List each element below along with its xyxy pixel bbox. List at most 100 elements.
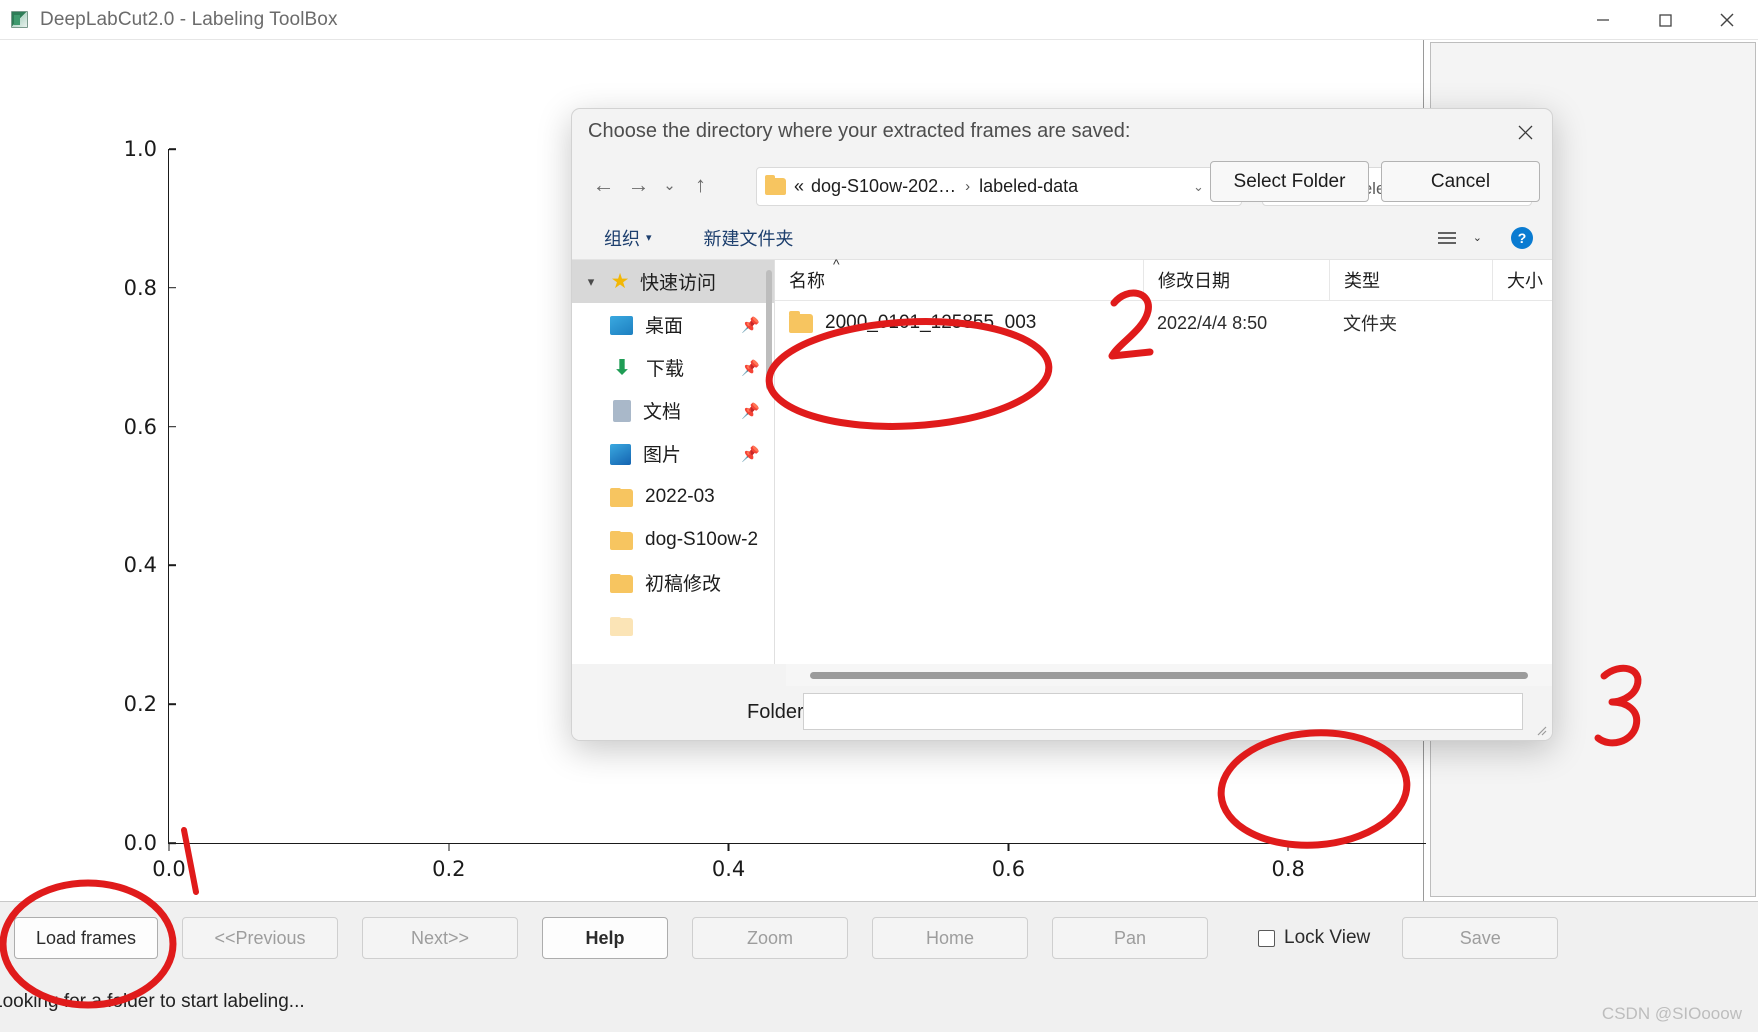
download-icon: ⬇	[613, 356, 631, 379]
lock-view-checkbox[interactable]: Lock View	[1258, 927, 1370, 949]
table-row[interactable]: 2000_0101_125855_003 2022/4/4 8:50 文件夹	[775, 301, 1552, 345]
sidebar-item-label: 初稿修改	[645, 574, 722, 595]
next-button[interactable]: Next>>	[362, 917, 518, 959]
chevron-down-icon: ⌄	[1472, 232, 1482, 244]
chevron-down-icon: ▾	[646, 232, 652, 244]
sidebar-item-dog-project[interactable]: dog-S10ow-2	[572, 518, 774, 561]
recent-locations-icon[interactable]: ⌄	[656, 168, 683, 203]
up-icon[interactable]: ↑	[683, 168, 718, 203]
folder-icon	[610, 573, 633, 593]
column-label: 大小	[1507, 271, 1543, 291]
dialog-buttons: Select Folder Cancel	[1210, 161, 1540, 202]
x-tick-label: 0.8	[1271, 843, 1304, 881]
previous-button[interactable]: <<Previous	[182, 917, 338, 959]
status-text: Looking for a folder to start labeling..…	[0, 991, 305, 1012]
forward-icon[interactable]: →	[621, 168, 656, 203]
toolbar-button-row: Load frames <<Previous Next>> Help Zoom …	[0, 914, 1758, 962]
folder-icon	[765, 175, 786, 195]
star-icon: ★	[610, 269, 630, 293]
folder-label: Folder:	[747, 701, 810, 723]
sidebar-item-label: 2022-03	[645, 485, 715, 507]
column-header-size[interactable]: 大小	[1492, 260, 1552, 300]
column-label: 名称	[789, 271, 825, 291]
file-list: ^ 名称 修改日期 类型 大小 2000_0101_125855_003 202…	[775, 256, 1552, 664]
minimize-button[interactable]	[1572, 0, 1634, 40]
new-folder-button[interactable]: 新建文件夹	[690, 225, 808, 251]
sidebar-item-2022-03[interactable]: 2022-03	[572, 475, 774, 518]
window-controls	[1572, 0, 1758, 40]
sidebar-item-label: 文档	[643, 402, 682, 423]
pan-button[interactable]: Pan	[1052, 917, 1208, 959]
maximize-button[interactable]	[1634, 0, 1696, 40]
documents-icon	[613, 399, 631, 422]
dialog-title: Choose the directory where your extracte…	[588, 120, 1131, 142]
dialog-body: ▾ ★ 快速访问 桌面 📌 ⬇ 下载 📌 文档 📌 图片 📌 2022-03 d…	[572, 256, 1552, 664]
cancel-button[interactable]: Cancel	[1381, 161, 1540, 202]
window-title: DeepLabCut2.0 - Labeling ToolBox	[40, 8, 338, 30]
sidebar-item-downloads[interactable]: ⬇ 下载 📌	[572, 346, 774, 389]
view-list-icon[interactable]: ⌄	[1422, 230, 1496, 246]
help-icon[interactable]: ?	[1496, 226, 1552, 250]
sidebar-item-desktop[interactable]: 桌面 📌	[572, 303, 774, 346]
zoom-button[interactable]: Zoom	[692, 917, 848, 959]
breadcrumb-item-1[interactable]: labeled-data	[979, 176, 1078, 197]
address-bar[interactable]: « dog-S10ow-202… › labeled-data ⌄ ↻	[756, 167, 1242, 206]
bottom-toolbar: Load frames <<Previous Next>> Help Zoom …	[0, 901, 1758, 1032]
home-button[interactable]: Home	[872, 917, 1028, 959]
dialog-command-bar: 组织 ▾ 新建文件夹 ⌄ ?	[572, 216, 1552, 260]
column-header-type[interactable]: 类型	[1329, 260, 1492, 300]
folder-icon	[610, 530, 633, 550]
y-tick-label: 0.8	[124, 276, 169, 300]
desktop-icon	[610, 316, 633, 335]
chevron-down-icon[interactable]: ▾	[582, 274, 600, 290]
folder-input[interactable]	[803, 693, 1523, 730]
pictures-icon	[610, 443, 631, 465]
hscroll-thumb[interactable]	[810, 671, 1528, 679]
sidebar-item-draft-edits[interactable]: 初稿修改	[572, 561, 774, 604]
dialog-footer: Folder:	[572, 686, 1552, 740]
y-tick-label: 0.4	[124, 553, 169, 577]
address-prefix: «	[794, 176, 805, 196]
sidebar-item-label: 下载	[646, 359, 685, 380]
status-bar: Looking for a folder to start labeling..…	[0, 982, 1758, 1022]
close-icon[interactable]	[1504, 116, 1546, 148]
column-header-name[interactable]: ^ 名称	[775, 256, 1143, 300]
sidebar-item-pictures[interactable]: 图片 📌	[572, 432, 774, 475]
sidebar-scrollbar[interactable]	[766, 270, 772, 390]
file-list-hscrollbar[interactable]	[786, 664, 1552, 686]
svg-text:?: ?	[1518, 230, 1527, 246]
dialog-sidebar[interactable]: ▾ ★ 快速访问 桌面 📌 ⬇ 下载 📌 文档 📌 图片 📌 2022-03 d…	[572, 260, 775, 664]
select-folder-button[interactable]: Select Folder	[1210, 161, 1369, 202]
sidebar-item-quick-access[interactable]: ▾ ★ 快速访问	[572, 260, 774, 303]
file-name-cell[interactable]: 2000_0101_125855_003	[775, 310, 1143, 334]
file-name: 2000_0101_125855_003	[825, 312, 1037, 333]
back-icon[interactable]: ←	[586, 168, 621, 203]
sidebar-item-partial[interactable]	[572, 604, 774, 647]
organize-label: 组织	[604, 228, 640, 249]
file-modified: 2022/4/4 8:50	[1157, 312, 1268, 333]
pin-icon[interactable]: 📌	[741, 316, 760, 334]
app-icon	[11, 11, 28, 28]
organize-button[interactable]: 组织 ▾	[590, 225, 666, 251]
close-button[interactable]	[1696, 0, 1758, 40]
folder-icon	[789, 310, 813, 333]
lock-view-box[interactable]	[1258, 929, 1275, 947]
load-frames-button[interactable]: Load frames	[14, 917, 158, 959]
pin-icon[interactable]: 📌	[741, 359, 760, 377]
sidebar-item-label: 快速访问	[640, 273, 717, 294]
breadcrumb-item-0[interactable]: dog-S10ow-202…	[811, 176, 956, 197]
sidebar-item-documents[interactable]: 文档 📌	[572, 389, 774, 432]
file-list-header: ^ 名称 修改日期 类型 大小	[775, 256, 1552, 301]
column-label: 类型	[1344, 271, 1380, 291]
save-button[interactable]: Save	[1402, 917, 1559, 959]
resize-grip-icon[interactable]	[1535, 724, 1547, 736]
y-tick-label: 0.2	[124, 692, 169, 716]
sort-ascending-icon: ^	[833, 256, 840, 272]
chevron-down-icon[interactable]: ⌄	[1187, 179, 1210, 195]
sidebar-item-label: dog-S10ow-2	[645, 528, 759, 550]
column-header-modified[interactable]: 修改日期	[1143, 260, 1329, 300]
pin-icon[interactable]: 📌	[741, 445, 760, 463]
help-button[interactable]: Help	[542, 917, 668, 959]
pin-icon[interactable]: 📌	[741, 402, 760, 420]
breadcrumb-separator: ›	[965, 178, 971, 195]
